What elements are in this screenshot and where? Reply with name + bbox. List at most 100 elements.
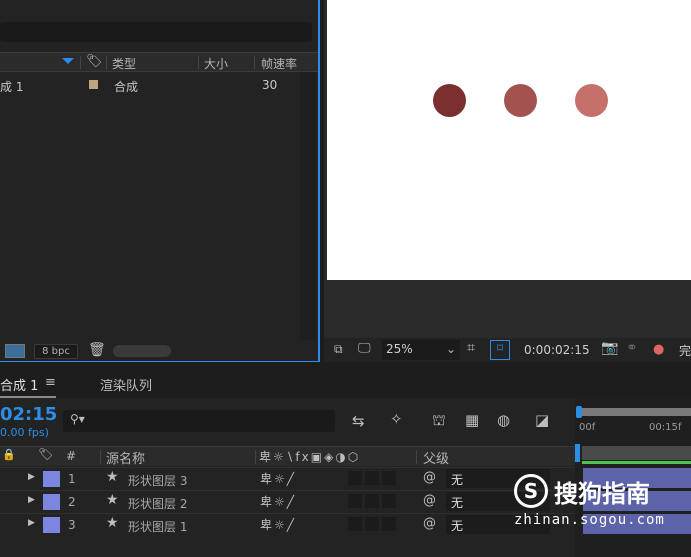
pickwhip-icon[interactable]: @ <box>423 470 436 485</box>
show-snapshot-icon[interactable]: ⚭ <box>626 340 638 356</box>
zoom-dropdown[interactable]: 25% ⌄ <box>382 340 460 360</box>
star-icon: ★ <box>106 492 119 508</box>
project-item-row[interactable]: 成 1 合成 30 <box>0 74 300 96</box>
tab-composition[interactable]: 合成 1 <box>0 375 38 394</box>
viewer-timecode[interactable]: 0:00:02:15 <box>524 343 590 357</box>
parent-value: 无 <box>451 473 464 487</box>
sogou-logo-icon: S <box>514 474 548 508</box>
project-item-type: 合成 <box>114 80 139 94</box>
always-preview-icon[interactable]: ⧉ <box>334 342 343 357</box>
switch-box[interactable] <box>382 471 396 485</box>
color-channels-icon[interactable]: ● <box>653 342 664 357</box>
circle-shape <box>504 84 537 117</box>
switch-box[interactable] <box>365 494 379 508</box>
shy-layers-icon[interactable]: ⛫ <box>432 411 446 431</box>
switch-box[interactable] <box>365 517 379 531</box>
switch-box[interactable] <box>365 471 379 485</box>
layer-column-header: 🔒 🏷 # 源名称 卑☼∖fx▣◈◑⬡ 父级 <box>0 446 575 467</box>
type-column-header[interactable]: 类型 <box>112 55 136 72</box>
frame-blending-icon[interactable]: ▦ <box>465 411 479 429</box>
source-name-header[interactable]: 源名称 <box>106 448 145 467</box>
comp-bar <box>582 446 691 460</box>
layer-number-header: # <box>66 449 77 463</box>
viewer-toolbar: ⧉ 🖵 25% ⌄ ⌗ ⌑ 0:00:02:15 📷 ⚭ ● 完 <box>324 338 691 362</box>
label-color-swatch[interactable] <box>43 517 60 533</box>
trash-icon[interactable]: 🗑 <box>88 342 106 358</box>
switch-box[interactable] <box>382 494 396 508</box>
expand-arrow-icon[interactable]: ▶ <box>28 495 35 505</box>
work-area-bar[interactable] <box>577 408 691 416</box>
layer-number: 1 <box>68 472 76 486</box>
star-icon: ★ <box>106 469 119 485</box>
lock-icon[interactable]: 🔒 <box>2 448 16 461</box>
motion-blur-icon[interactable]: ◍ <box>497 411 510 429</box>
layer-name[interactable]: 形状图层 3 <box>128 472 187 489</box>
layer-row[interactable]: ▶ 1 ★ 形状图层 3 卑☼╱ @ 无 <box>0 467 575 489</box>
project-scrollbar[interactable] <box>300 72 316 340</box>
layer-switches[interactable]: 卑☼╱ <box>260 493 296 510</box>
parent-value: 无 <box>451 519 464 533</box>
switch-box[interactable] <box>348 494 362 508</box>
ruler-mid-label: 00:15f <box>649 422 682 433</box>
layer-search-input[interactable]: ⚲▾ <box>63 410 335 432</box>
camera-icon[interactable]: 📷 <box>601 340 618 356</box>
transparency-grid-icon[interactable]: ⌑ <box>490 340 510 360</box>
timeline-tabs: 合成 1 ≡ 渲染队列 <box>0 372 691 398</box>
expand-arrow-icon[interactable]: ▶ <box>28 472 35 482</box>
label-tag-icon[interactable]: 🏷 <box>38 447 53 461</box>
composition-mini-flowchart-icon[interactable]: ⇆ <box>352 412 365 430</box>
graph-editor-icon[interactable]: ◪ <box>535 411 549 429</box>
label-color-swatch[interactable] <box>43 471 60 487</box>
parent-header: 父级 <box>423 452 450 467</box>
switch-box[interactable] <box>348 471 362 485</box>
playhead[interactable] <box>575 444 580 462</box>
size-column-header[interactable]: 大小 <box>204 55 228 72</box>
project-footer: 8 bpc 🗑 <box>0 341 318 361</box>
layer-switches[interactable]: 卑☼╱ <box>260 516 296 533</box>
switches-icons: 卑☼∖fx▣◈◑⬡ <box>259 450 361 464</box>
project-item-name: 成 1 <box>0 80 24 94</box>
switch-box[interactable] <box>348 517 362 531</box>
switch-box[interactable] <box>382 517 396 531</box>
current-time[interactable]: 02:15 <box>0 404 57 425</box>
watermark: S 搜狗指南 zhinan.sogou.com <box>514 474 689 534</box>
draft-3d-icon[interactable]: ✧ <box>390 410 403 428</box>
chevron-down-icon: ⌄ <box>446 342 457 356</box>
bpc-button[interactable]: 8 bpc <box>34 344 78 359</box>
render-status-bar <box>582 461 691 464</box>
layer-name[interactable]: 形状图层 2 <box>128 495 187 512</box>
layer-name[interactable]: 形状图层 1 <box>128 518 187 535</box>
project-search-input[interactable] <box>0 22 312 42</box>
fps-column-header[interactable]: 帧速率 <box>261 55 297 72</box>
grid-guides-icon[interactable]: ⌗ <box>467 340 475 356</box>
composition-canvas[interactable] <box>327 0 691 280</box>
layer-switches[interactable]: 卑☼╱ <box>260 470 296 487</box>
parent-value: 无 <box>451 496 464 510</box>
circle-shape <box>575 84 608 117</box>
work-area-start-handle[interactable] <box>576 406 582 418</box>
project-hscroll[interactable] <box>113 345 171 357</box>
label-color-swatch[interactable] <box>43 494 60 510</box>
resolution-label[interactable]: 完 <box>679 342 691 359</box>
zoom-value: 25% <box>386 342 413 356</box>
pickwhip-icon[interactable]: @ <box>423 493 436 508</box>
monitor-icon[interactable]: 🖵 <box>358 341 371 356</box>
menu-icon[interactable]: ≡ <box>45 375 56 390</box>
project-column-header: 🏷 类型 大小 帧速率 <box>0 52 318 72</box>
watermark-url: zhinan.sogou.com <box>514 512 665 528</box>
pickwhip-icon[interactable]: @ <box>423 516 436 531</box>
layer-number: 3 <box>68 518 76 532</box>
expand-arrow-icon[interactable]: ▶ <box>28 518 35 528</box>
tab-render-queue[interactable]: 渲染队列 <box>100 375 152 394</box>
film-icon[interactable] <box>5 344 25 358</box>
label-color-swatch[interactable] <box>89 80 98 89</box>
watermark-brand: 搜狗指南 <box>554 480 650 508</box>
circle-shape <box>433 84 466 117</box>
star-icon: ★ <box>106 515 119 531</box>
project-item-fps: 30 <box>262 78 278 92</box>
layer-row[interactable]: ▶ 3 ★ 形状图层 1 卑☼╱ @ 无 <box>0 513 575 535</box>
layer-row[interactable]: ▶ 2 ★ 形状图层 2 卑☼╱ @ 无 <box>0 490 575 512</box>
search-icon: ⚲▾ <box>70 412 85 426</box>
label-tag-icon[interactable]: 🏷 <box>86 54 103 69</box>
sort-arrow-icon[interactable] <box>62 58 74 64</box>
